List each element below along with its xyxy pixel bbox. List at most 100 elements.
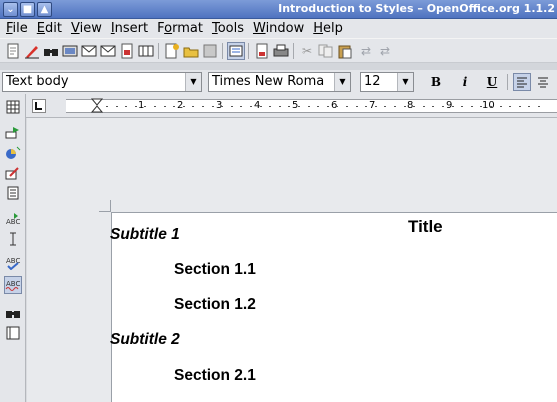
paragraph-style-combo[interactable]: Text body ▼ (2, 72, 202, 92)
menu-window[interactable]: Window (250, 21, 310, 36)
doc-subtitle-1[interactable]: Subtitle 1 (110, 226, 180, 244)
ruler-tick (461, 106, 463, 107)
ruler-tick (298, 106, 300, 107)
spellcheck-auto-icon[interactable]: ABC (4, 210, 22, 228)
font-size-combo[interactable]: 12 ▼ (360, 72, 414, 92)
ruler-tick (116, 106, 118, 107)
print-preview-icon[interactable] (272, 42, 290, 60)
doc-section-1-2[interactable]: Section 1.2 (174, 296, 256, 314)
copy-icon[interactable] (317, 42, 335, 60)
email-icon[interactable] (80, 42, 98, 60)
doc-section-1-1[interactable]: Section 1.1 (174, 261, 256, 279)
insert-object-icon[interactable] (4, 144, 22, 162)
ruler-tick (183, 106, 185, 107)
underline-button[interactable]: U (483, 73, 501, 91)
email-icon[interactable] (99, 42, 117, 60)
text-boundary-mark (110, 200, 111, 212)
table-icon[interactable] (4, 98, 22, 116)
ruler-tick (432, 106, 434, 107)
ruler-tick (135, 106, 137, 107)
ruler-tick (144, 106, 146, 107)
save-icon[interactable] (201, 42, 219, 60)
menu-edit[interactable]: Edit (34, 21, 68, 36)
print-icon[interactable] (253, 42, 271, 60)
toolbar-separator (222, 43, 223, 59)
text-cursor-icon[interactable] (4, 230, 22, 248)
tab-type-button[interactable] (32, 99, 46, 113)
ruler-track: 1 2 3 4 5 6 7 8 9 10 (66, 98, 557, 114)
ruler-tick (202, 106, 204, 107)
insert-field-icon[interactable] (4, 124, 22, 142)
ruler-tick (413, 106, 415, 107)
window-menu-button[interactable]: ⌄ (3, 2, 18, 17)
font-name-combo[interactable]: Times New Roma ▼ (208, 72, 351, 92)
window-maximize-button[interactable]: ▲ (37, 2, 52, 17)
ruler-tick (442, 106, 444, 107)
ruler-tick (125, 106, 127, 107)
menu-bar: File Edit View Insert Format Tools Windo… (0, 19, 557, 38)
align-center-icon[interactable] (534, 73, 552, 91)
chevron-down-icon[interactable]: ▼ (397, 73, 413, 91)
ruler-tick (279, 106, 281, 107)
gallery-icon[interactable] (137, 42, 155, 60)
open-icon[interactable] (182, 42, 200, 60)
datasource-view-icon[interactable] (4, 324, 22, 342)
ruler-tick (490, 106, 492, 107)
hyperlink-icon[interactable] (61, 42, 79, 60)
indent-marker-icon[interactable] (91, 98, 103, 114)
doc-title[interactable]: Title (408, 217, 443, 237)
ruler-tick (317, 106, 319, 107)
autospell-icon[interactable]: ABC (4, 276, 22, 294)
ruler-tick (250, 106, 252, 107)
doc-subtitle-2[interactable]: Subtitle 2 (110, 331, 180, 349)
menu-file[interactable]: File (3, 21, 34, 36)
chevron-down-icon[interactable]: ▼ (185, 73, 201, 91)
font-size-value: 12 (364, 74, 381, 89)
redo-icon[interactable]: ⇄ (376, 42, 394, 60)
menu-insert[interactable]: Insert (108, 21, 154, 36)
navigator-icon[interactable] (163, 42, 181, 60)
chevron-down-icon[interactable]: ▼ (334, 73, 350, 91)
menu-format[interactable]: Format (154, 21, 209, 36)
main-toolbar-vertical: ABC ABC ABC (0, 94, 26, 402)
paste-icon[interactable] (336, 42, 354, 60)
edit-icon[interactable] (4, 184, 22, 202)
ruler-tick (173, 106, 175, 107)
doc-section-2-1[interactable]: Section 2.1 (174, 367, 256, 385)
undo-icon[interactable]: ⇄ (357, 42, 375, 60)
cut-icon[interactable]: ✂ (298, 42, 316, 60)
ruler-tick (288, 106, 290, 107)
edit-file-icon[interactable] (23, 42, 41, 60)
draw-icon[interactable] (4, 164, 22, 182)
window-close-button[interactable]: ■ (20, 2, 35, 17)
bold-button[interactable]: B (427, 73, 445, 91)
paragraph-style-value: Text body (6, 74, 69, 89)
align-left-icon[interactable] (513, 73, 531, 91)
ruler-tick (452, 106, 454, 107)
ruler-tick (404, 106, 406, 107)
svg-text:ABC: ABC (6, 280, 20, 288)
ruler-tick (327, 106, 329, 107)
ruler-tick (164, 106, 166, 107)
ruler-tick (308, 106, 310, 107)
title-bar: ⌄ ■ ▲ Introduction to Styles – OpenOffic… (0, 0, 557, 19)
menu-help[interactable]: Help (310, 21, 349, 36)
pdf-icon[interactable] (118, 42, 136, 60)
italic-button[interactable]: i (456, 73, 474, 91)
find-icon[interactable] (42, 42, 60, 60)
datasource-icon[interactable] (227, 42, 245, 60)
find-replace-icon[interactable] (4, 304, 22, 322)
ruler-tick (423, 106, 425, 107)
ruler-tick (106, 106, 108, 107)
spellcheck-icon[interactable]: ABC (4, 254, 22, 272)
ruler-tick (528, 106, 530, 107)
menu-tools[interactable]: Tools (209, 21, 250, 36)
ruler-tick (346, 106, 348, 107)
horizontal-ruler[interactable]: 1 2 3 4 5 6 7 8 9 10 (26, 94, 557, 118)
standard-toolbar: ✂ ⇄ ⇄ (0, 38, 557, 62)
ruler-tick (394, 106, 396, 107)
toolbar-collapsed-strip (0, 62, 557, 70)
menu-view[interactable]: View (68, 21, 108, 36)
new-document-icon[interactable] (4, 42, 22, 60)
formatting-toolbar: Text body ▼ Times New Roma ▼ 12 ▼ B i U (0, 70, 557, 94)
